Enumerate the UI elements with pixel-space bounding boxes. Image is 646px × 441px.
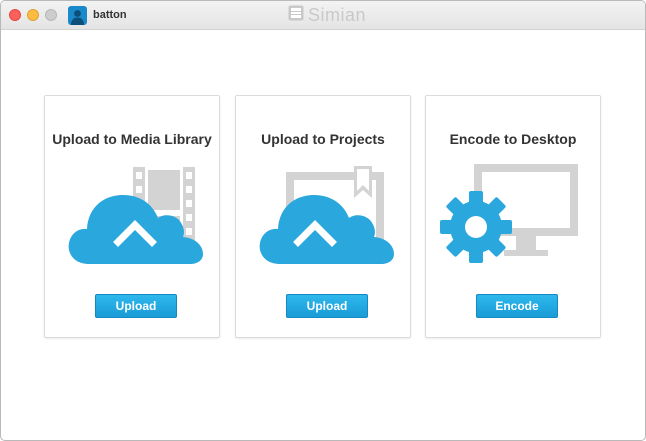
user-avatar-icon[interactable]	[68, 6, 87, 25]
maximize-window-button[interactable]	[45, 9, 57, 21]
upload-projects-button[interactable]: Upload	[286, 294, 368, 318]
encode-button[interactable]: Encode	[476, 294, 558, 318]
gear-monitor-icon	[426, 164, 602, 274]
upload-media-library-button[interactable]: Upload	[95, 294, 177, 318]
brand-name: Simian	[308, 4, 367, 25]
simian-logo-icon	[288, 5, 304, 26]
app-window: batton Simian Upload to Media Library Up…	[0, 0, 646, 441]
minimize-window-button[interactable]	[27, 9, 39, 21]
cloud-upload-bookmark-icon	[236, 164, 412, 274]
card-title: Encode to Desktop	[449, 131, 577, 147]
close-window-button[interactable]	[9, 9, 21, 21]
brand-logo: Simian	[288, 5, 366, 25]
projects-card: Upload to Projects Upload	[235, 95, 411, 338]
username-label[interactable]: batton	[93, 9, 127, 21]
encode-card: Encode to Desktop Encode	[425, 95, 601, 338]
cloud-upload-film-icon	[45, 164, 221, 274]
card-title: Upload to Media Library	[52, 131, 212, 147]
media-library-card: Upload to Media Library Upload	[44, 95, 220, 338]
title-bar: batton Simian	[1, 1, 645, 30]
card-title: Upload to Projects	[261, 131, 385, 147]
